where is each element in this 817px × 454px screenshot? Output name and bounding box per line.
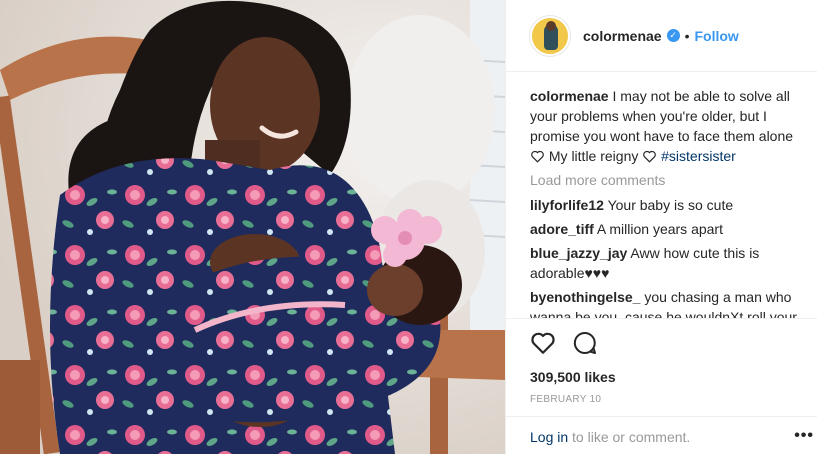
avatar[interactable] [530,15,570,56]
comment-text: Your baby is so cute [607,197,734,213]
follow-button[interactable]: Follow [695,28,739,44]
caption-text-2: My little reigny [548,148,639,164]
heart-outline-icon [531,150,544,163]
comment-text: A million years apart [596,221,723,237]
comment-username[interactable]: lilyforlife12 [530,197,604,213]
like-button[interactable] [530,331,556,360]
comment-item: adore_tiff A million years apart [530,219,806,239]
action-icons [530,331,794,359]
login-link[interactable]: Log in [530,429,568,445]
header-username[interactable]: colormenae [583,28,662,44]
post-photo[interactable] [0,0,505,454]
comment-button[interactable] [572,330,598,361]
comment-username[interactable]: byenothingelse_ [530,289,640,305]
photo-illustration [0,0,505,454]
heart-outline-icon [643,150,657,163]
avatar-head [546,20,556,31]
post-actions: 309,500 likes FEBRUARY 10 [506,318,817,405]
login-suffix: to like or comment. [568,429,691,445]
post-header: colormenae ✓ • Follow [506,0,817,72]
comment-item: byenothingelse_ you chasing a man who wa… [530,287,806,318]
likes-count[interactable]: 309,500 likes [530,369,794,385]
post-date[interactable]: FEBRUARY 10 [530,394,794,405]
login-footer: Log in to like or comment. ••• [506,416,817,454]
comment-username[interactable]: blue_jazzy_jay [530,245,627,261]
speech-bubble-icon [573,331,596,354]
heart-outline-icon [531,332,555,354]
caption: colormenae I may not be able to solve al… [530,86,806,166]
post-details-panel: colormenae ✓ • Follow colormenae I may n… [505,0,817,454]
comment-item: lilyforlife12 Your baby is so cute [530,195,806,215]
caption-username[interactable]: colormenae [530,88,609,104]
comments-list[interactable]: colormenae I may not be able to solve al… [530,86,806,318]
separator-dot: • [684,27,690,44]
hashtag-link[interactable]: #sistersister [661,148,736,164]
load-more-comments-link[interactable]: Load more comments [530,170,806,190]
ellipsis-icon[interactable]: ••• [794,427,814,445]
comment-item: blue_jazzy_jay Aww how cute this is ador… [530,243,806,283]
verified-badge-icon: ✓ [666,29,680,42]
comment-username[interactable]: adore_tiff [530,221,594,237]
